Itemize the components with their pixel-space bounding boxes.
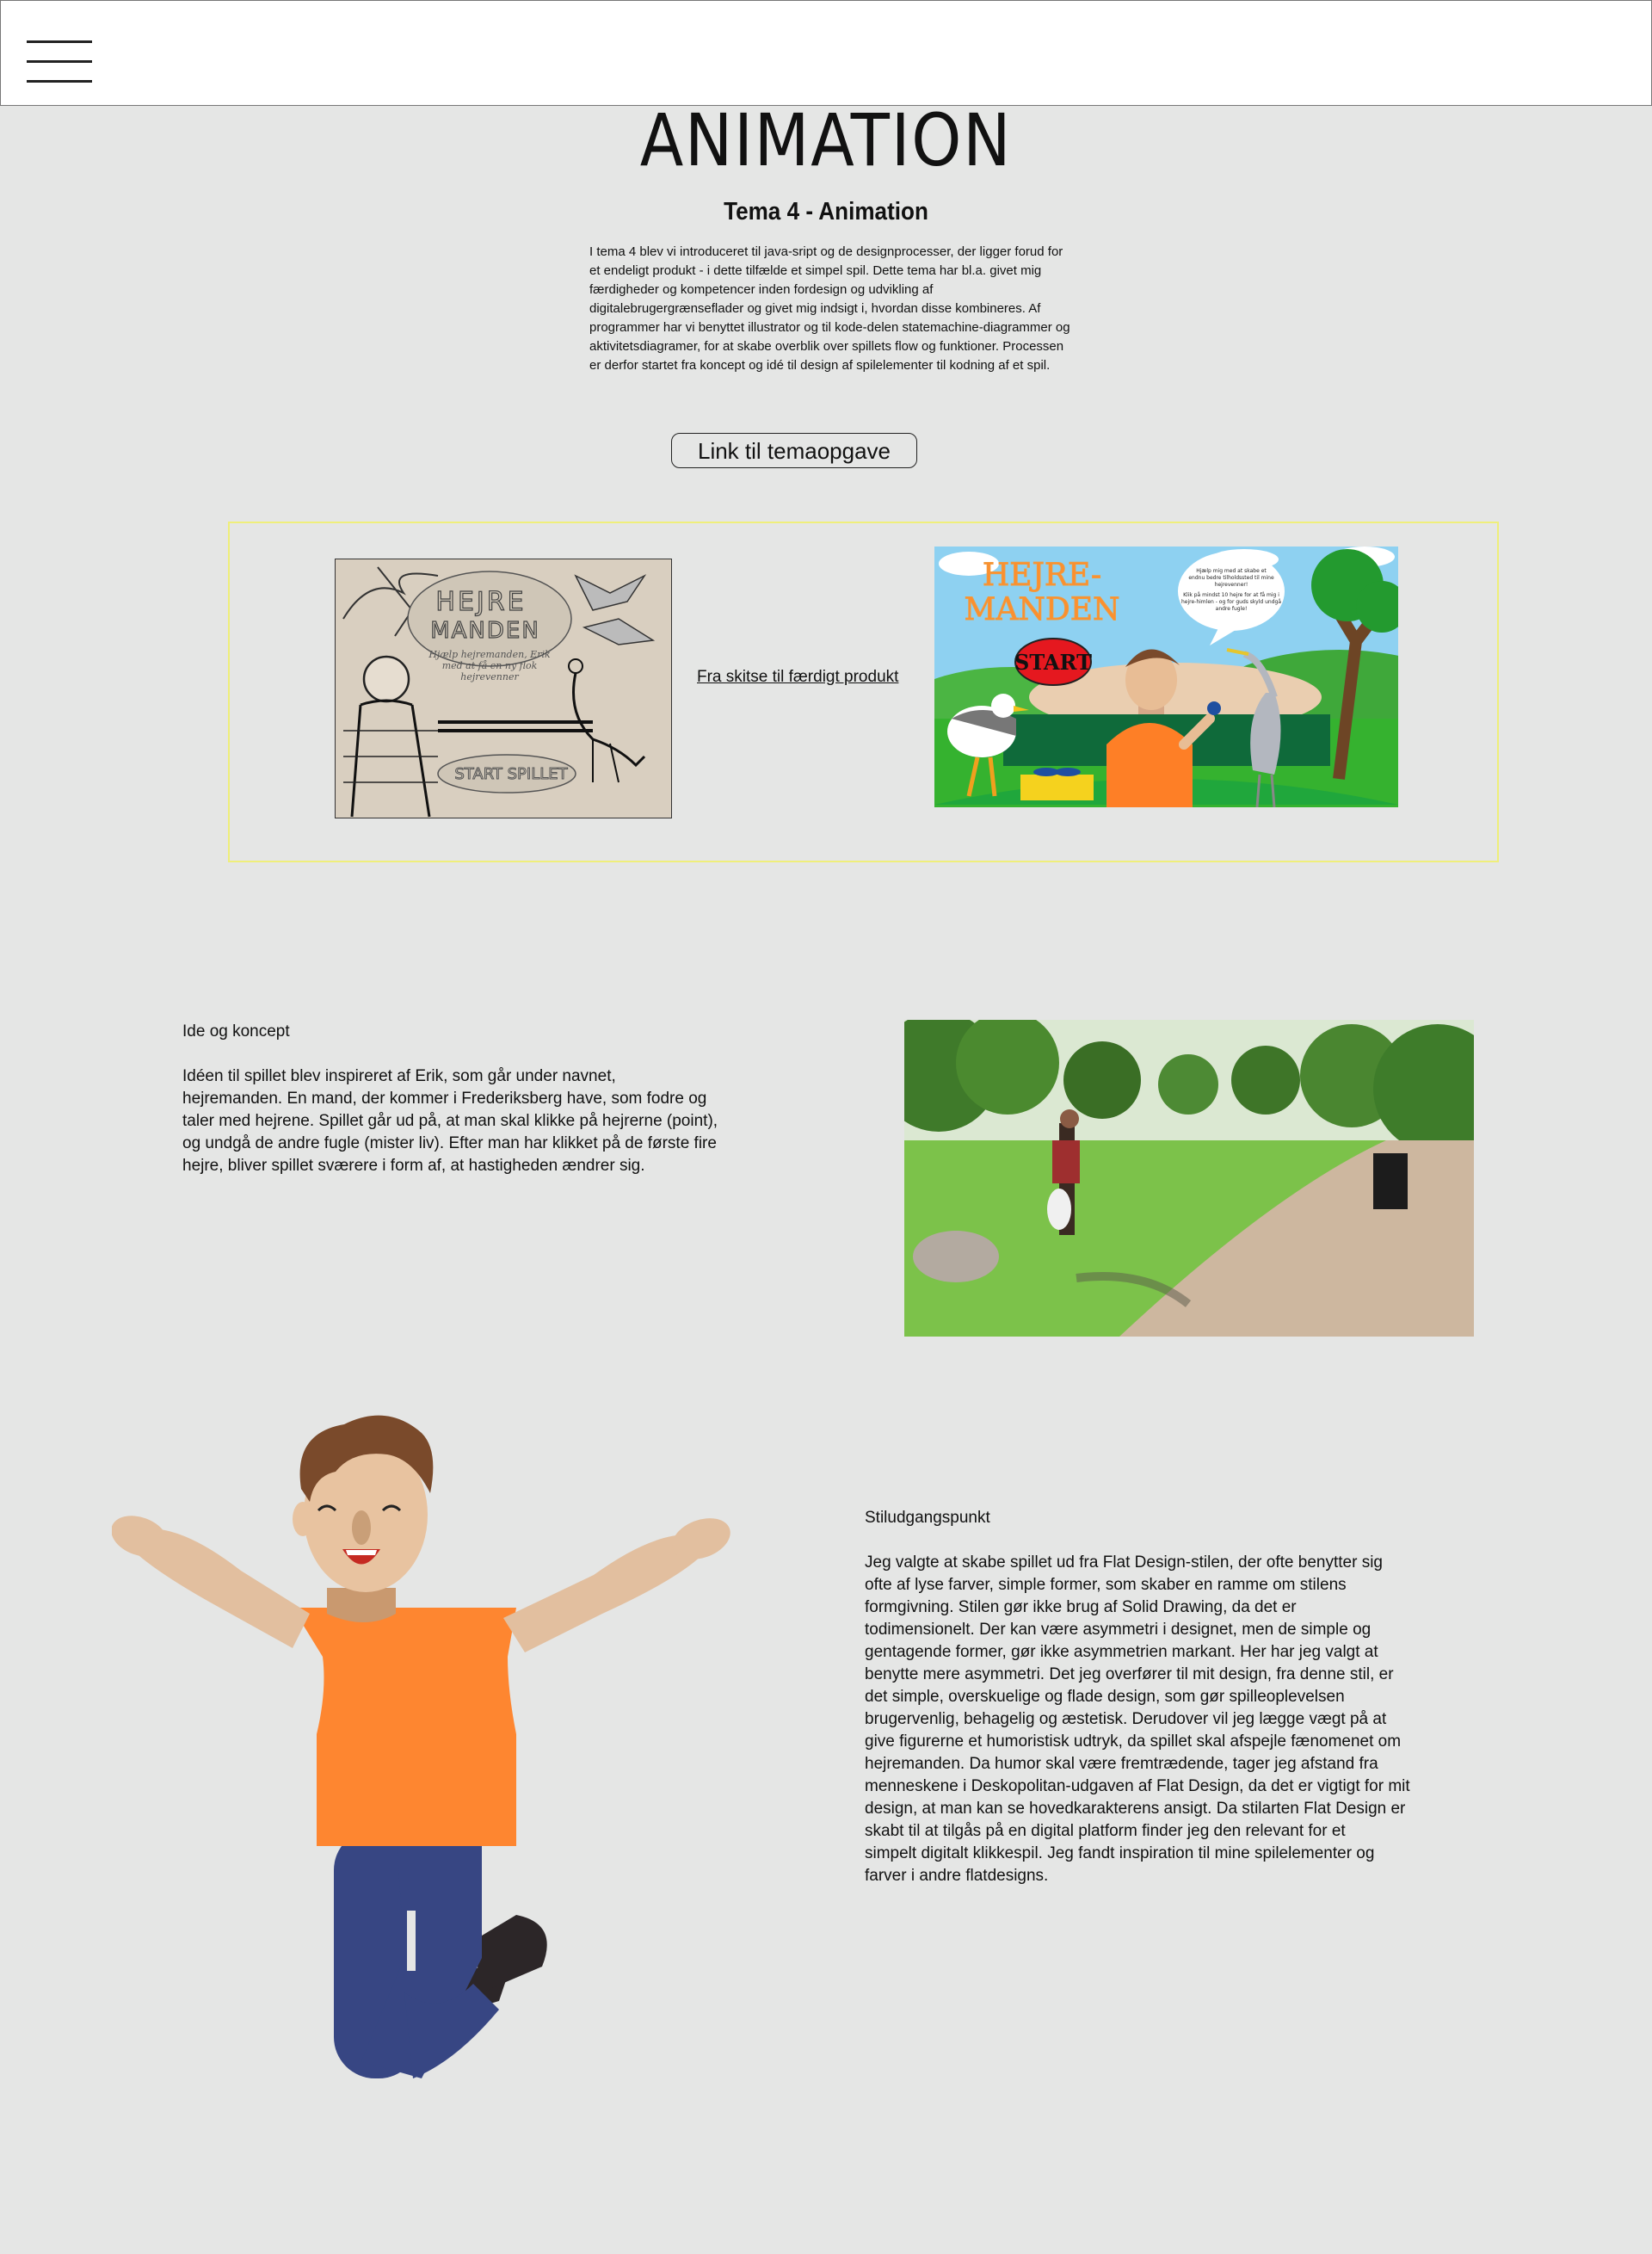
final-start-text: START [1014, 650, 1092, 675]
sketch-start-text: START SPILLET [454, 765, 568, 783]
idea-line: Idéen til spillet blev inspireret af Eri… [182, 1067, 616, 1085]
sketch-title-2: MANDEN [430, 618, 540, 644]
style-line: todimensionelt. Der kan være asymmetri i… [865, 1621, 1372, 1639]
bubble-text-2: endnu bedre tilholdssted til mine [1188, 575, 1274, 581]
sketch-caption-1: Hjælp hejremanden, Erik [428, 649, 551, 660]
style-line: design, at man kan se hovedkarakterens a… [865, 1800, 1406, 1818]
bubble-text-1: Hjælp mig med at skabe et [1196, 568, 1267, 574]
style-line: give figurerne et humoristisk udtryk, da… [865, 1732, 1402, 1751]
style-line: menneskene i Deskopolitan-udgaven af Fla… [865, 1777, 1410, 1795]
style-line: ofte af lyse farver, simple former, som … [865, 1576, 1347, 1594]
style-line: benytte mere asymmetri. Det jeg overføre… [865, 1665, 1394, 1683]
style-line: skabt til at tilgås på en digital platfo… [865, 1822, 1346, 1840]
page-title: ANIMATION [639, 98, 1013, 182]
style-line: hejremanden. Da humor skal være fremtræd… [865, 1755, 1378, 1773]
sketch-caption-3: hejrevenner [460, 671, 519, 682]
intro-text: I tema 4 blev vi introduceret til java-s… [589, 244, 1070, 373]
style-line: det simple, overskuelige og flade design… [865, 1688, 1345, 1706]
bubble-text-6: andre fugle! [1216, 606, 1248, 612]
final-title-2: MANDEN [964, 592, 1119, 627]
style-line: farver i andre flatdesigns. [865, 1867, 1049, 1885]
sketch-to-product-link[interactable]: Fra skitse til færdigt produkt [697, 668, 898, 687]
character-illustration [112, 1415, 730, 2078]
page-subtitle: Tema 4 - Animation [724, 198, 928, 225]
style-line: brugervenlig, behagelig og æstetisk. Der… [865, 1710, 1387, 1728]
idea-line: hejre, bliver spillet sværere i form af,… [182, 1157, 645, 1175]
bubble-text-5: hejre-himlen - og for guds skyld undgå [1181, 599, 1281, 605]
top-navigation-bar [0, 0, 1652, 106]
final-product-image: HEJRE- MANDEN Hjælp mig med at skabe et … [934, 547, 1398, 807]
bubble-text-3: hejrevenner! [1215, 582, 1248, 588]
final-title-1: HEJRE- [983, 558, 1101, 593]
bubble-text-4: Klik på mindst 10 hejre for at få mig i [1183, 592, 1279, 598]
style-line: Jeg valgte at skabe spillet ud fra Flat … [865, 1553, 1383, 1572]
sketch-title-1: HEJRE [435, 587, 526, 617]
sketch-image: HEJRE MANDEN Hjælp hejremanden, Erik med… [335, 559, 672, 818]
style-line: gentagende former, gør ikke asymmetrien … [865, 1643, 1378, 1661]
style-text: Jeg valgte at skabe spillet ud fra Flat … [865, 1552, 1467, 1887]
sketch-caption-2: med at få en ny flok [442, 660, 538, 671]
style-line: formgivning. Stilen gør ikke brug af Sol… [865, 1598, 1297, 1616]
idea-heading: Ide og koncept [182, 1022, 290, 1041]
hamburger-menu-icon[interactable] [27, 40, 92, 85]
idea-text: Idéen til spillet blev inspireret af Eri… [182, 1065, 742, 1177]
idea-line: taler med hejrene. Spillet går ud på, at… [182, 1112, 718, 1130]
park-photo [904, 1020, 1474, 1337]
theme-assignment-link-button[interactable]: Link til temaopgave [671, 433, 917, 468]
idea-line: og undgå de andre fugle (mister liv). Ef… [182, 1134, 717, 1152]
idea-line: hejremanden. En mand, der kommer i Frede… [182, 1090, 707, 1108]
style-heading: Stiludgangspunkt [865, 1509, 990, 1527]
style-line: simpelt digitalt klikkespil. Jeg fandt i… [865, 1844, 1375, 1862]
